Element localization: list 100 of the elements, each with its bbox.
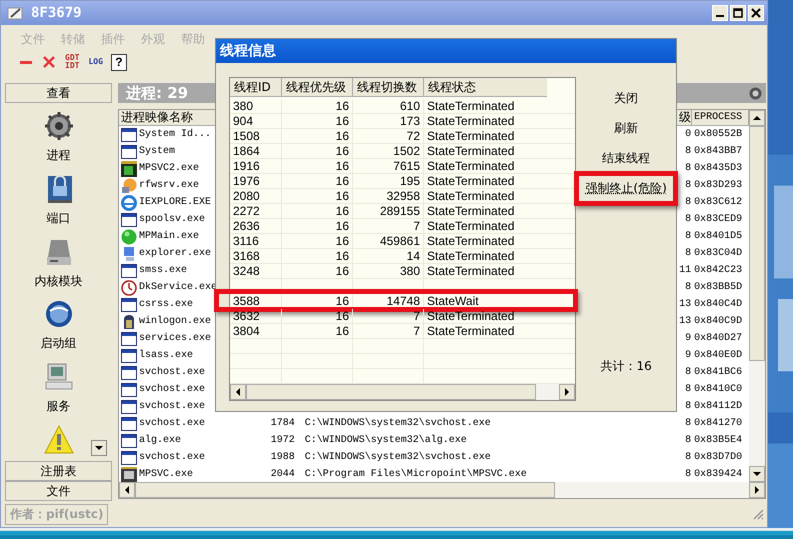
dialog-button[interactable]: 关闭 bbox=[608, 83, 644, 113]
table-cell-text: 11 bbox=[678, 265, 692, 276]
sidebar-item[interactable]: 服务 bbox=[46, 398, 70, 416]
sidebar-item[interactable]: 内核模块 bbox=[34, 272, 82, 290]
table-cell-text: 8 bbox=[684, 469, 692, 480]
panel-title: 进程: 29 bbox=[126, 84, 188, 102]
dialog-button[interactable]: 结束线程 bbox=[596, 143, 656, 173]
table-cell: 610 bbox=[353, 99, 424, 113]
sidebar-tab[interactable]: 注册表 bbox=[5, 461, 112, 481]
table-cell-text: 1784 bbox=[270, 418, 296, 429]
table-cell-text: 8 bbox=[684, 180, 692, 191]
table-cell: explorer.exe bbox=[139, 248, 212, 259]
sidebar-item[interactable]: 端口 bbox=[46, 210, 70, 227]
table-cell-text: StateTerminated bbox=[426, 159, 516, 173]
table-cell-text: 0x8410C0 bbox=[693, 384, 744, 395]
sidebar-tab[interactable]: 文件 bbox=[5, 481, 112, 501]
table-cell: smss.exe bbox=[139, 265, 188, 276]
table-cell: 459861 bbox=[353, 234, 424, 248]
help-button[interactable]: ? bbox=[110, 54, 127, 70]
table-cell-text: 0x83D7D0 bbox=[693, 452, 744, 463]
table-cell-text: StateTerminated bbox=[426, 234, 516, 248]
sidebar-header[interactable]: 查看 bbox=[5, 83, 112, 103]
table-cell: 16 bbox=[282, 129, 353, 143]
table-cell: 7 bbox=[353, 324, 424, 338]
table-cell: 380 bbox=[230, 99, 282, 113]
table-cell-text: 0x83CED9 bbox=[693, 214, 744, 225]
table-cell-text: 8 bbox=[684, 214, 692, 225]
dialog-button[interactable]: 刷新 bbox=[608, 113, 644, 143]
table-cell: svchost.exe bbox=[139, 452, 206, 463]
table-cell-text: 0x8401D5 bbox=[693, 231, 744, 242]
table-cell: 16 bbox=[282, 174, 353, 188]
table-cell-text: 8 bbox=[684, 197, 692, 208]
table-cell: 7615 bbox=[353, 159, 424, 173]
table-cell-text: 8 bbox=[684, 231, 692, 242]
table-cell-text: 8 bbox=[684, 384, 692, 395]
table-cell: DkService.exe bbox=[139, 282, 218, 293]
column-header[interactable]: 线程ID bbox=[230, 78, 282, 96]
table-cell-text: 13 bbox=[678, 299, 692, 310]
table-cell: 7 bbox=[353, 309, 424, 323]
table-cell-text: 0x83C04D bbox=[693, 248, 744, 259]
table-cell-text: StateTerminated bbox=[426, 129, 516, 143]
table-cell-text: 2044 bbox=[270, 469, 296, 480]
toolbar-button[interactable]: LOG bbox=[87, 52, 104, 72]
table-cell: 289155 bbox=[353, 204, 424, 218]
table-cell-text: 8 bbox=[684, 418, 692, 429]
table-cell-text: C:\WINDOWS\system32\alg.exe bbox=[304, 435, 468, 446]
table-cell-text: 0x83BB5D bbox=[693, 282, 744, 293]
table-cell: svchost.exe bbox=[139, 367, 206, 378]
table-cell-text: 0x840D27 bbox=[693, 333, 744, 344]
table-cell-text: StateTerminated bbox=[426, 189, 516, 203]
table-cell: alg.exe bbox=[139, 435, 182, 446]
table-cell: 32958 bbox=[353, 189, 424, 203]
table-cell-text: 8 bbox=[684, 401, 692, 412]
table-cell: 16 bbox=[282, 144, 353, 158]
table-cell: 72 bbox=[353, 129, 424, 143]
table-cell: 2080 bbox=[230, 189, 282, 203]
table-cell-text: 8 bbox=[684, 248, 692, 259]
table-cell: winlogon.exe bbox=[139, 316, 212, 327]
table-cell-text: C:\Program Files\Micropoint\MPSVC.exe bbox=[304, 469, 528, 480]
table-cell: 904 bbox=[230, 114, 282, 128]
table-cell: System bbox=[139, 146, 176, 157]
table-cell-text: StateWait bbox=[426, 294, 480, 308]
table-cell-text: 1988 bbox=[270, 452, 296, 463]
table-cell: lsass.exe bbox=[139, 350, 194, 361]
sidebar-item[interactable]: 进程 bbox=[46, 147, 70, 164]
dialog-button[interactable]: 强制终止(危险) bbox=[579, 173, 673, 203]
sidebar-item[interactable]: 启动组 bbox=[40, 335, 76, 352]
table-cell-text: 8 bbox=[684, 163, 692, 174]
toolbar-button[interactable]: GDT IDT bbox=[64, 52, 80, 72]
table-cell: services.exe bbox=[139, 333, 212, 344]
status-text: 作者：pif(ustc) bbox=[5, 504, 108, 524]
table-cell: 7 bbox=[353, 219, 424, 233]
table-cell: 3804 bbox=[230, 324, 282, 338]
table-cell-text: C:\WINDOWS\system32\svchost.exe bbox=[304, 418, 492, 429]
table-cell-text: 9 bbox=[684, 350, 692, 361]
table-cell-text: 0x80552B bbox=[693, 129, 744, 140]
table-cell: MPMain.exe bbox=[139, 231, 200, 242]
table-cell-text: 8 bbox=[684, 367, 692, 378]
table-cell-text: 0x840E0D bbox=[693, 350, 744, 361]
table-cell-text: StateTerminated bbox=[426, 144, 516, 158]
table-cell: svchost.exe bbox=[139, 384, 206, 395]
table-cell: 195 bbox=[353, 174, 424, 188]
column-header[interactable]: 线程优先级 bbox=[282, 78, 353, 96]
table-cell: 2636 bbox=[230, 219, 282, 233]
table-cell: 16 bbox=[282, 159, 353, 173]
table-cell: IEXPLORE.EXE bbox=[139, 197, 212, 208]
table-cell-text: 8 bbox=[684, 146, 692, 157]
table-cell-text: 0x840C4D bbox=[693, 299, 744, 310]
table-cell-text: 0x83C612 bbox=[693, 197, 744, 208]
table-cell: 16 bbox=[282, 99, 353, 113]
table-cell-text: StateTerminated bbox=[426, 309, 516, 323]
table-cell-text: 1972 bbox=[270, 435, 296, 446]
column-header[interactable]: 线程切换数 bbox=[353, 78, 424, 96]
table-cell-text: 0x839424 bbox=[693, 469, 744, 480]
table-cell-text: StateTerminated bbox=[426, 249, 516, 263]
column-header[interactable]: 线程状态 bbox=[424, 78, 547, 96]
table-cell: MPSVC.exe bbox=[139, 469, 194, 480]
table-cell-text: 9 bbox=[684, 333, 692, 344]
table-cell: csrss.exe bbox=[139, 299, 194, 310]
table-cell-text: 0x841270 bbox=[693, 418, 744, 429]
